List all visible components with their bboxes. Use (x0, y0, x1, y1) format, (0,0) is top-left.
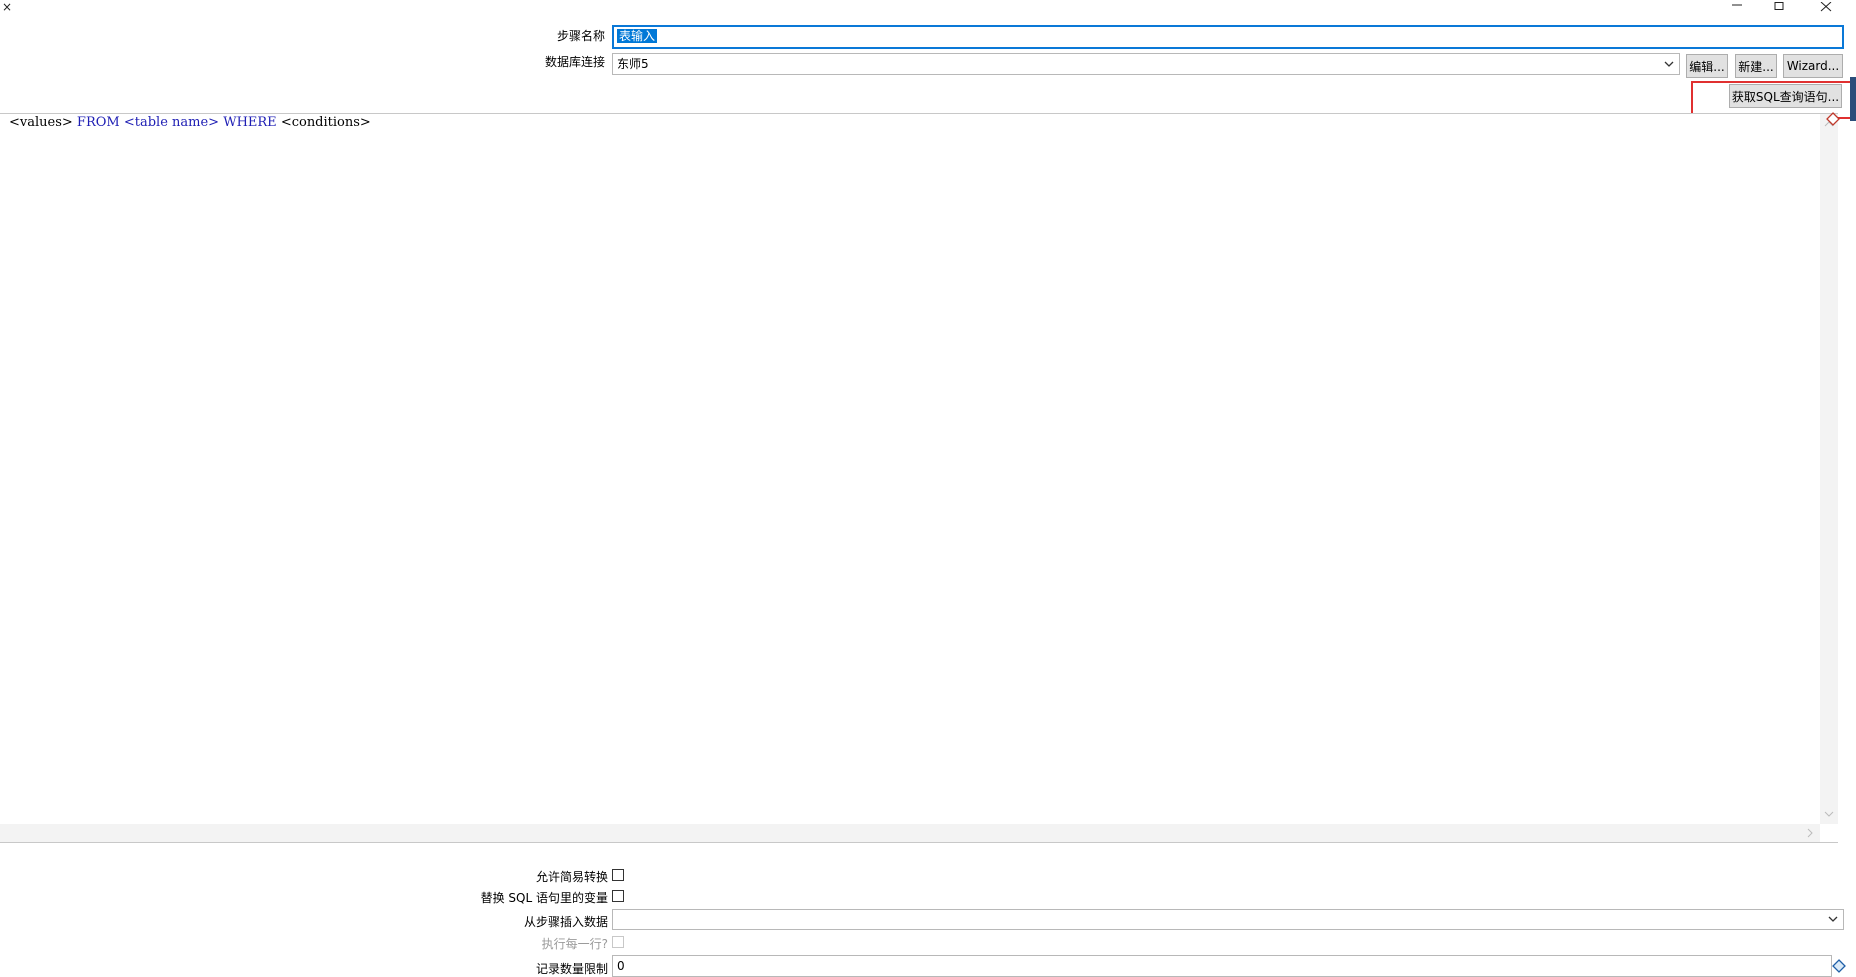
horizontal-scrollbar[interactable] (0, 824, 1820, 842)
minimize-button[interactable] (1714, 0, 1760, 14)
wizard-button[interactable]: Wizard... (1783, 54, 1843, 78)
replace-variables-label: 替换 SQL 语句里的变量 (480, 891, 608, 905)
db-connection-select[interactable]: 东师5 (612, 53, 1680, 75)
execute-each-row-checkbox[interactable] (612, 936, 624, 948)
replace-variables-checkbox[interactable] (612, 890, 624, 902)
minimize-icon (1732, 4, 1742, 6)
sql-keyword-from: FROM (76, 115, 120, 130)
lazy-conversion-label: 允许简易转换 (535, 870, 608, 884)
edge-marker (1850, 77, 1856, 121)
step-name-input[interactable]: 表输入 (612, 25, 1844, 49)
chevron-down-icon (1664, 61, 1674, 67)
insert-from-step-select[interactable] (612, 909, 1844, 930)
sql-editor[interactable]: <values> FROM <table name> WHERE <condit… (0, 112, 1840, 843)
variable-diamond-icon (1826, 112, 1840, 126)
sql-table-name: <table name> (123, 115, 220, 130)
scroll-down-icon (1824, 811, 1834, 817)
sql-conditions: <conditions> (280, 115, 371, 130)
step-name-label: 步骤名称 (556, 29, 605, 43)
limit-input[interactable]: 0 (612, 955, 1832, 977)
close-icon (1820, 2, 1832, 12)
new-connection-button[interactable]: 新建... (1735, 54, 1777, 78)
vertical-scrollbar[interactable] (1820, 114, 1838, 824)
step-name-value: 表输入 (617, 29, 658, 43)
maximize-icon (1774, 2, 1784, 10)
sql-values: <values> (9, 115, 73, 130)
close-icon-left[interactable]: × (0, 0, 30, 14)
db-connection-value: 东师5 (617, 57, 649, 71)
chevron-down-icon (1828, 916, 1838, 922)
insert-from-step-label: 从步骤插入数据 (523, 915, 608, 929)
close-button[interactable] (1803, 0, 1849, 14)
lazy-conversion-checkbox[interactable] (612, 869, 624, 881)
limit-label: 记录数量限制 (535, 962, 608, 976)
edit-connection-button[interactable]: 编辑... (1686, 54, 1728, 78)
maximize-button[interactable] (1756, 0, 1802, 14)
execute-each-row-label: 执行每一行? (541, 937, 608, 951)
scroll-right-icon (1807, 828, 1813, 838)
sql-keyword-where: WHERE (223, 115, 277, 130)
sql-text: <values> FROM <table name> WHERE <condit… (9, 115, 371, 130)
db-connection-label: 数据库连接 (544, 55, 605, 69)
